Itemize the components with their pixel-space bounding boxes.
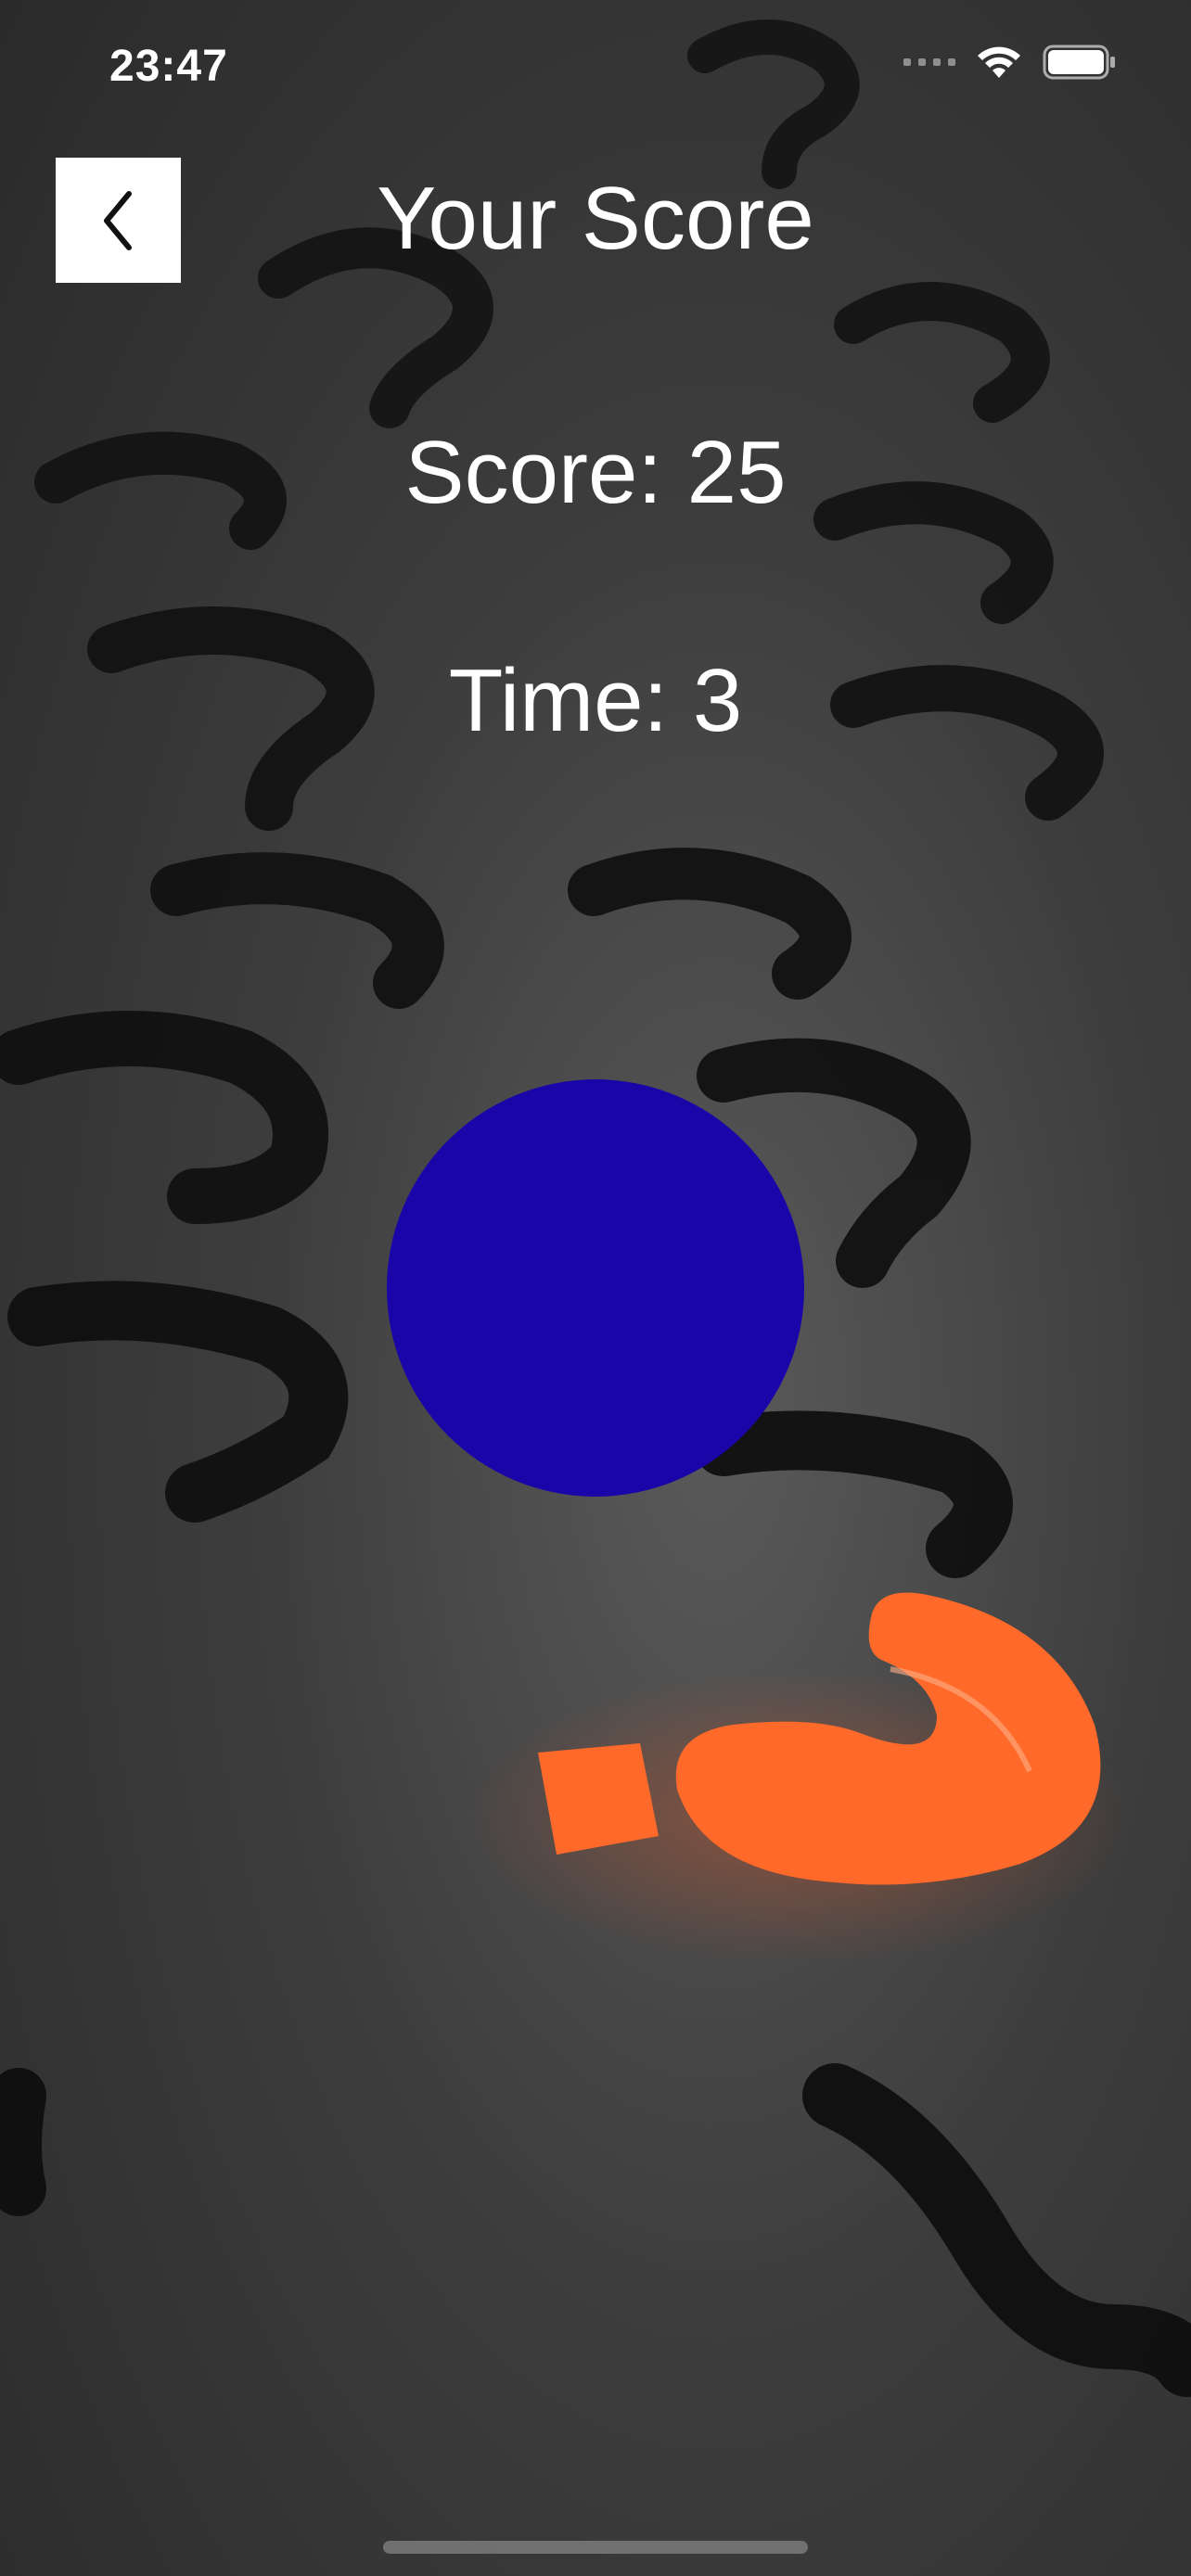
- page-title: Your Score: [377, 169, 814, 268]
- status-icons: [903, 45, 1117, 80]
- score-label: Score: 25: [404, 423, 787, 522]
- time-label: Time: 3: [448, 651, 743, 750]
- status-bar: 23:47: [0, 0, 1191, 130]
- battery-icon: [1043, 45, 1115, 80]
- wifi-icon: [978, 46, 1020, 78]
- status-time: 23:47: [109, 42, 228, 91]
- target-circle[interactable]: [387, 1079, 804, 1497]
- home-indicator[interactable]: [383, 2541, 808, 2554]
- game-screen: 23:47 Your Score Score: 25 Time: 3: [0, 0, 1191, 2576]
- signal-dots-icon: [903, 58, 955, 66]
